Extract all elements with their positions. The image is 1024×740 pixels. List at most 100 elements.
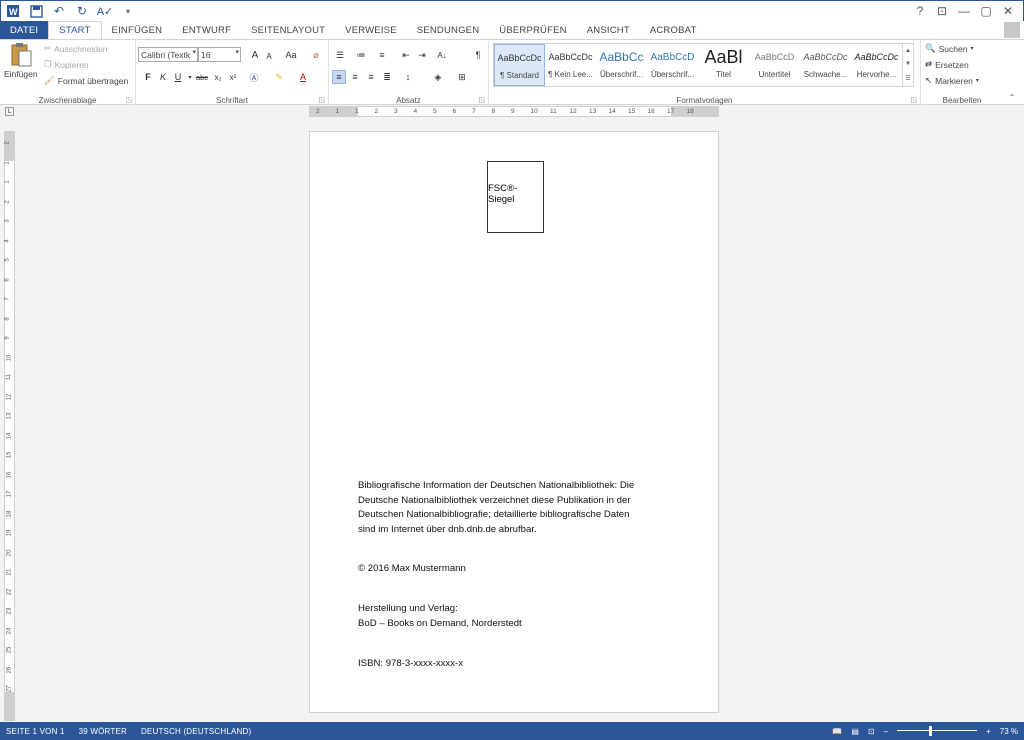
spelling-icon[interactable]: A✓	[97, 3, 114, 19]
close-button[interactable]: ✕	[997, 2, 1019, 20]
bold-button[interactable]: F	[141, 70, 155, 84]
dialog-launcher-icon[interactable]: ◳	[125, 96, 132, 104]
font-color-icon[interactable]: A	[296, 70, 310, 84]
italic-button[interactable]: K	[156, 70, 170, 84]
tab-mailings[interactable]: SENDUNGEN	[407, 21, 490, 39]
style-subtitle[interactable]: AaBbCcD Untertitel	[749, 44, 800, 86]
styles-gallery-scroll[interactable]: ▲ ▼ ☰	[903, 43, 914, 87]
tab-file[interactable]: DATEI	[0, 21, 49, 39]
tab-acrobat[interactable]: ACROBAT	[640, 21, 707, 39]
tab-design[interactable]: ENTWURF	[172, 21, 241, 39]
justify-icon[interactable]: ≣	[380, 70, 394, 84]
chevron-down-icon[interactable]: ▼	[905, 61, 911, 67]
tab-page-layout[interactable]: SEITENLAYOUT	[241, 21, 335, 39]
tab-start[interactable]: START	[48, 21, 102, 39]
group-label-clipboard: Zwischenablage	[38, 96, 97, 105]
change-case-button[interactable]: Aa	[281, 48, 301, 62]
tab-review[interactable]: ÜBERPRÜFEN	[489, 21, 576, 39]
copy-button[interactable]: ❐ Kopieren	[44, 59, 89, 70]
style-name: ¶ Kein Lee...	[548, 70, 593, 79]
horizontal-ruler[interactable]: 2 1 1 2 3 4 5 6 7 8 9 10 11 12 13 14 15 16 17 18	[309, 106, 719, 117]
select-button[interactable]: ↖ Markieren ▾	[925, 75, 979, 86]
style-no-spacing[interactable]: AaBbCcDc ¶ Kein Lee...	[545, 44, 596, 86]
zoom-in-button[interactable]: +	[986, 727, 991, 736]
style-standard[interactable]: AaBbCcDc ¶ Standard	[494, 44, 545, 86]
more-icon[interactable]: ☰	[905, 75, 910, 82]
grow-font-button[interactable]: A	[248, 48, 262, 62]
superscript-button[interactable]: x²	[226, 70, 240, 84]
chevron-up-icon[interactable]: ▲	[905, 48, 911, 54]
undo-icon[interactable]: ↶	[51, 3, 67, 19]
strikethrough-button[interactable]: abc	[194, 70, 210, 84]
subscript-button[interactable]: x₂	[211, 70, 225, 84]
copyright-line[interactable]: © 2016 Max Mustermann	[358, 562, 466, 577]
sort-icon[interactable]: A↓	[435, 48, 449, 62]
zoom-out-button[interactable]: –	[884, 727, 888, 736]
style-heading-1[interactable]: AaBbCc Überschrif...	[596, 44, 647, 86]
tab-references[interactable]: VERWEISE	[335, 21, 407, 39]
zoom-level[interactable]: 73 %	[1000, 727, 1018, 736]
isbn-line[interactable]: ISBN: 978-3-xxxx-xxxx-x	[358, 657, 463, 672]
ribbon-display-button[interactable]: ⊡	[931, 2, 953, 20]
word-icon[interactable]: W	[5, 3, 21, 19]
font-name-select[interactable]: Calibri (Textk ▾	[138, 47, 198, 62]
replace-icon: ⇄	[925, 59, 933, 69]
web-layout-icon[interactable]: ⊡	[868, 727, 875, 736]
decrease-indent-icon[interactable]: ⇤	[399, 48, 413, 62]
language-indicator[interactable]: DEUTSCH (DEUTSCHLAND)	[141, 727, 251, 736]
word-count[interactable]: 39 WÖRTER	[79, 727, 127, 736]
align-right-icon[interactable]: ≡	[364, 70, 378, 84]
user-avatar[interactable]	[1004, 22, 1020, 38]
style-title[interactable]: AaBl Titel	[698, 44, 749, 86]
style-heading-2[interactable]: AaBbCcD Überschrif...	[647, 44, 698, 86]
save-icon[interactable]	[28, 3, 44, 19]
dialog-launcher-icon[interactable]: ◳	[910, 96, 917, 104]
shrink-font-button[interactable]: A	[262, 49, 276, 63]
text-effects-icon[interactable]: Ⓐ	[247, 70, 261, 84]
style-preview: AaBbCcDc	[803, 52, 848, 62]
format-painter-button[interactable]: 🖌 Format übertragen	[44, 75, 128, 86]
paste-button[interactable]: Einfügen	[4, 42, 38, 79]
page-count[interactable]: SEITE 1 VON 1	[6, 727, 65, 736]
pilcrow-button[interactable]: ¶	[471, 48, 485, 62]
tab-insert[interactable]: EINFÜGEN	[102, 21, 173, 39]
dialog-launcher-icon[interactable]: ◳	[478, 96, 485, 104]
line-spacing-icon[interactable]: ↕	[401, 70, 415, 84]
increase-indent-icon[interactable]: ⇥	[415, 48, 429, 62]
bullets-icon[interactable]: ☰	[333, 48, 347, 62]
style-emphasis[interactable]: AaBbCcDc Hervorhe...	[851, 44, 902, 86]
replace-button[interactable]: ⇄ Ersetzen	[925, 59, 969, 70]
minimize-button[interactable]: —	[953, 2, 975, 20]
align-center-icon[interactable]: ≡	[348, 70, 362, 84]
cut-button[interactable]: ✂ Ausschneiden	[44, 43, 108, 54]
help-button[interactable]: ?	[909, 2, 931, 20]
print-layout-icon[interactable]: ▤	[851, 727, 859, 736]
ruler-tick: 22	[6, 588, 13, 595]
tab-view[interactable]: ANSICHT	[577, 21, 640, 39]
publisher-paragraph[interactable]: Herstellung und Verlag: BoD – Books on D…	[358, 602, 522, 631]
clear-formatting-icon[interactable]: ⌀	[309, 48, 323, 62]
vertical-ruler[interactable]: 2 1 1 2 3 4 5 6 7 8 9 10 11 12 13 14 15 16 17 18 19 20 21 22 23 2…	[4, 131, 15, 721]
zoom-knob[interactable]	[929, 726, 933, 736]
collapse-ribbon-icon[interactable]: ⌃	[1005, 90, 1019, 104]
read-mode-icon[interactable]: 📖	[832, 727, 842, 736]
align-left-icon[interactable]: ≡	[332, 70, 346, 84]
redo-icon[interactable]: ↻	[74, 3, 90, 19]
dialog-launcher-icon[interactable]: ◳	[318, 96, 325, 104]
restore-button[interactable]: ▢	[975, 2, 997, 20]
multilevel-list-icon[interactable]: ≡	[375, 48, 389, 62]
font-size-select[interactable]: 16 ▾	[198, 47, 241, 62]
tab-selector[interactable]: L	[5, 107, 14, 116]
zoom-slider[interactable]	[897, 726, 978, 736]
find-button[interactable]: 🔍 Suchen ▾	[925, 43, 973, 54]
numbering-icon[interactable]: ≔	[354, 48, 368, 62]
document-page[interactable]: FSC®-Siegel Bibliografische Information …	[309, 131, 719, 713]
bibliographic-paragraph[interactable]: Bibliografische Information der Deutsche…	[358, 479, 634, 537]
borders-icon[interactable]: ⊞	[455, 70, 469, 84]
shading-icon[interactable]: ◈	[431, 70, 445, 84]
highlight-icon[interactable]: ✎	[272, 70, 286, 84]
ruler-tick: 21	[6, 568, 13, 576]
style-subtle-emphasis[interactable]: AaBbCcDc Schwache...	[800, 44, 851, 86]
fsc-seal-box[interactable]: FSC®-Siegel	[487, 161, 544, 233]
customize-icon[interactable]: ▾	[120, 3, 136, 19]
